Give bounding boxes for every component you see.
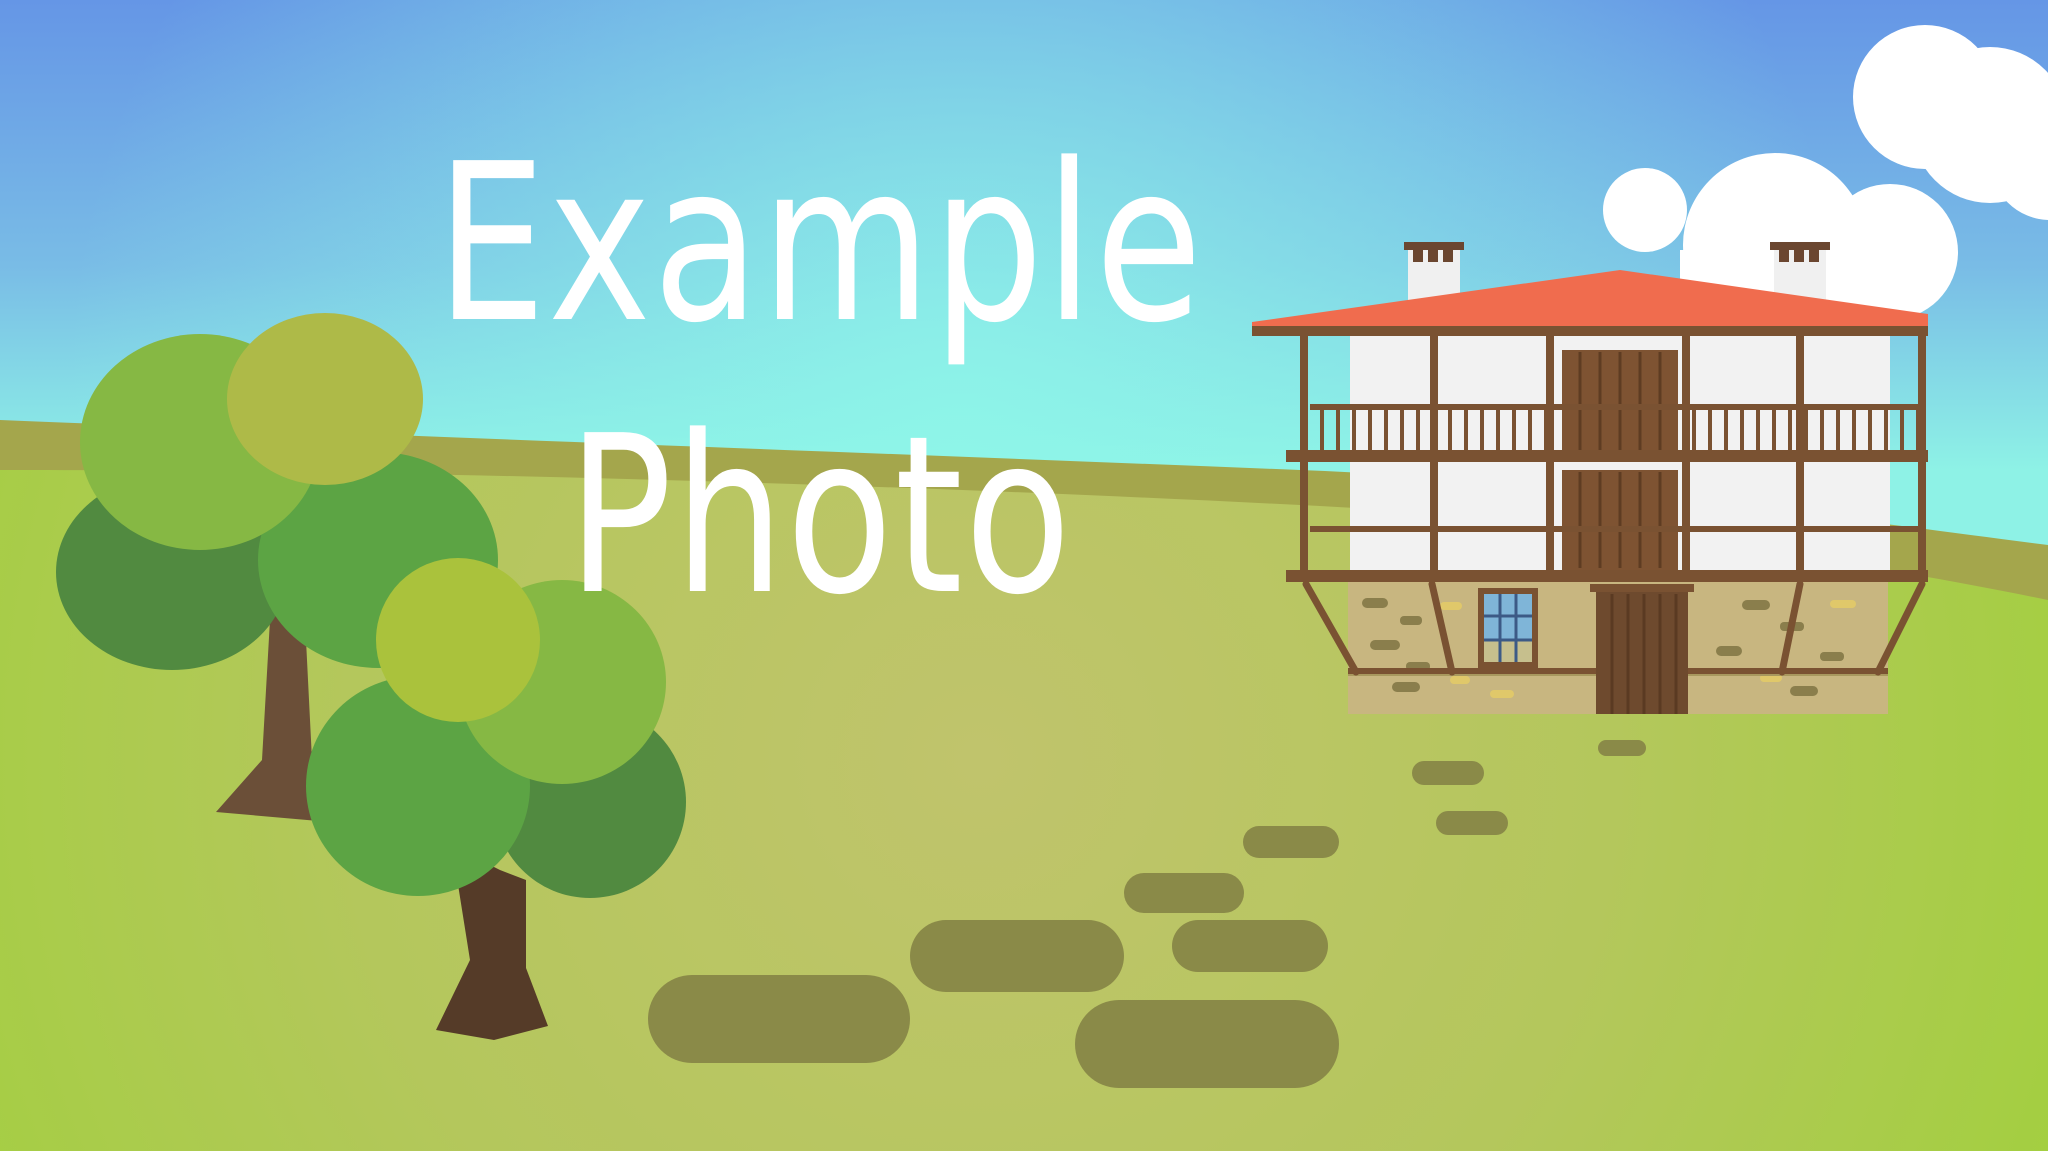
path-stone [1598, 740, 1646, 756]
path-stone [1172, 920, 1328, 972]
path-stone [1075, 1000, 1339, 1088]
path-stone [910, 920, 1124, 992]
example-photo-scene: Example Photo [0, 0, 2048, 1151]
front-door [1590, 584, 1694, 714]
path-stone [1436, 811, 1508, 835]
path-stone [1243, 826, 1339, 858]
path-stone [1412, 761, 1484, 785]
ground-floor-window [1478, 588, 1538, 668]
caption-line-1: Example [436, 118, 1204, 371]
path-stone [1124, 873, 1244, 913]
path-stone [648, 975, 910, 1063]
chimney-right [1770, 242, 1830, 300]
caption-line-2: Photo [567, 390, 1073, 643]
